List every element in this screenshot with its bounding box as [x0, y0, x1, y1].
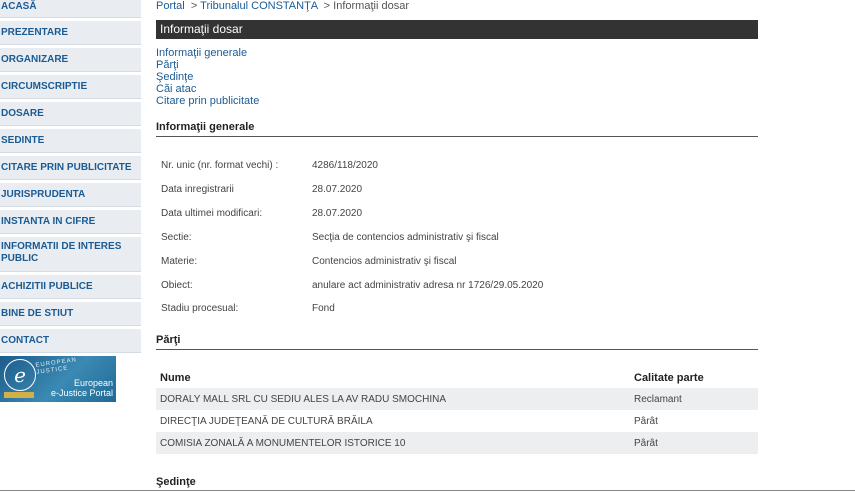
sidebar-item-organizare[interactable]: ORGANIZARE	[0, 48, 141, 72]
info-value: 28.07.2020	[312, 184, 363, 195]
info-label: Obiect:	[161, 280, 193, 291]
table-row: DIRECŢIA JUDEŢEANĂ DE CULTURĂ BRĂILA Pâr…	[156, 410, 758, 432]
breadcrumb-separator: >	[323, 0, 331, 12]
section-anchor-links: Informaţii generale Părţi Şedinţe Căi at…	[156, 47, 259, 107]
info-label: Sectie:	[161, 232, 192, 243]
banner-tag: EUROPEAN JUSTICE	[35, 357, 78, 376]
sidebar-item-informatii-de-interes-public[interactable]: INFORMATII DE INTERES PUBLIC	[0, 237, 141, 272]
sidebar-item-acasa[interactable]: ACASĂ	[0, 0, 141, 18]
info-label: Nr. unic (nr. format vechi) :	[161, 160, 279, 171]
parti-table: Nume Calitate parte DORALY MALL SRL CU S…	[156, 367, 758, 454]
anchor-cai-atac[interactable]: Căi atac	[156, 83, 259, 95]
column-header-calitate-parte: Calitate parte	[634, 371, 704, 384]
sidebar-item-bine-de-stiut[interactable]: BINE DE STIUT	[0, 302, 141, 326]
e-justice-portal-banner[interactable]: e EUROPEAN JUSTICE European e-Justice Po…	[0, 356, 116, 402]
info-value: Contencios administrativ şi fiscal	[312, 256, 457, 267]
party-name: COMISIA ZONALĂ A MONUMENTELOR ISTORICE 1…	[156, 432, 630, 454]
table-header-row: Nume Calitate parte	[156, 367, 758, 388]
sidebar-item-achizitii-publice[interactable]: ACHIZITII PUBLICE	[0, 275, 141, 299]
party-name: DORALY MALL SRL CU SEDIU ALES LA AV RADU…	[156, 388, 630, 410]
main-content: Portal > Tribunalul CONSTANŢA > Informaţ…	[156, 0, 758, 488]
sidebar-item-prezentare[interactable]: PREZENTARE	[0, 21, 141, 45]
breadcrumb-court[interactable]: Tribunalul CONSTANŢA	[200, 0, 317, 12]
table-row: DORALY MALL SRL CU SEDIU ALES LA AV RADU…	[156, 388, 758, 410]
page-title-bar: Informaţii dosar	[156, 20, 758, 39]
section-title-parti: Părţi	[156, 334, 758, 350]
breadcrumb-separator: >	[190, 0, 198, 12]
page-title: Informaţii dosar	[160, 22, 243, 36]
info-label: Data inregistrarii	[161, 184, 234, 195]
banner-title: European e-Justice Portal	[50, 378, 113, 398]
anchor-parti[interactable]: Părţi	[156, 59, 259, 71]
party-role: Reclamant	[630, 388, 758, 410]
info-value: Secţia de contencios administrativ şi fi…	[312, 232, 499, 243]
breadcrumb-portal[interactable]: Portal	[156, 0, 185, 12]
section-title-informatii-generale: Informaţii generale	[156, 121, 758, 137]
sidebar-item-contact[interactable]: CONTACT	[0, 329, 141, 353]
e-justice-logo-icon: e	[4, 359, 36, 391]
sidebar-item-dosare[interactable]: DOSARE	[0, 102, 141, 126]
breadcrumb: Portal > Tribunalul CONSTANŢA > Informaţ…	[156, 0, 758, 15]
column-header-nume: Nume	[160, 371, 191, 384]
banner-scales-icon	[4, 392, 34, 398]
info-value: 4286/118/2020	[312, 160, 378, 171]
party-role: Pârât	[634, 415, 658, 427]
info-value: 28.07.2020	[312, 208, 363, 219]
anchor-informatii-generale[interactable]: Informaţii generale	[156, 47, 259, 59]
info-value: Fond	[312, 303, 335, 314]
sidebar-item-instanta-in-cifre[interactable]: INSTANTA IN CIFRE	[0, 210, 141, 234]
party-name: DIRECŢIA JUDEŢEANĂ DE CULTURĂ BRĂILA	[160, 415, 373, 427]
sidebar: ACASĂ PREZENTARE ORGANIZARE CIRCUMSCRIPT…	[0, 0, 141, 356]
sidebar-item-jurisprudenta[interactable]: JURISPRUDENTA	[0, 183, 141, 207]
breadcrumb-current: Informaţii dosar	[333, 0, 409, 12]
sidebar-item-circumscriptie[interactable]: CIRCUMSCRIPTIE	[0, 75, 141, 99]
party-role: Pârât	[630, 432, 758, 454]
table-row: COMISIA ZONALĂ A MONUMENTELOR ISTORICE 1…	[156, 432, 758, 454]
info-label: Materie:	[161, 256, 198, 267]
anchor-citare-prin-publicitate[interactable]: Citare prin publicitate	[156, 95, 259, 107]
info-label: Data ultimei modificari:	[161, 208, 263, 219]
section-title-sedinte: Şedinţe	[156, 476, 196, 488]
sidebar-item-sedinte[interactable]: SEDINTE	[0, 129, 141, 153]
info-value: anulare act administrativ adresa nr 1726…	[312, 280, 544, 291]
info-label: Stadiu procesual:	[161, 303, 239, 314]
divider	[0, 490, 855, 491]
sidebar-item-citare-prin-publicitate[interactable]: CITARE PRIN PUBLICITATE	[0, 156, 141, 180]
anchor-sedinte[interactable]: Şedinţe	[156, 71, 259, 83]
